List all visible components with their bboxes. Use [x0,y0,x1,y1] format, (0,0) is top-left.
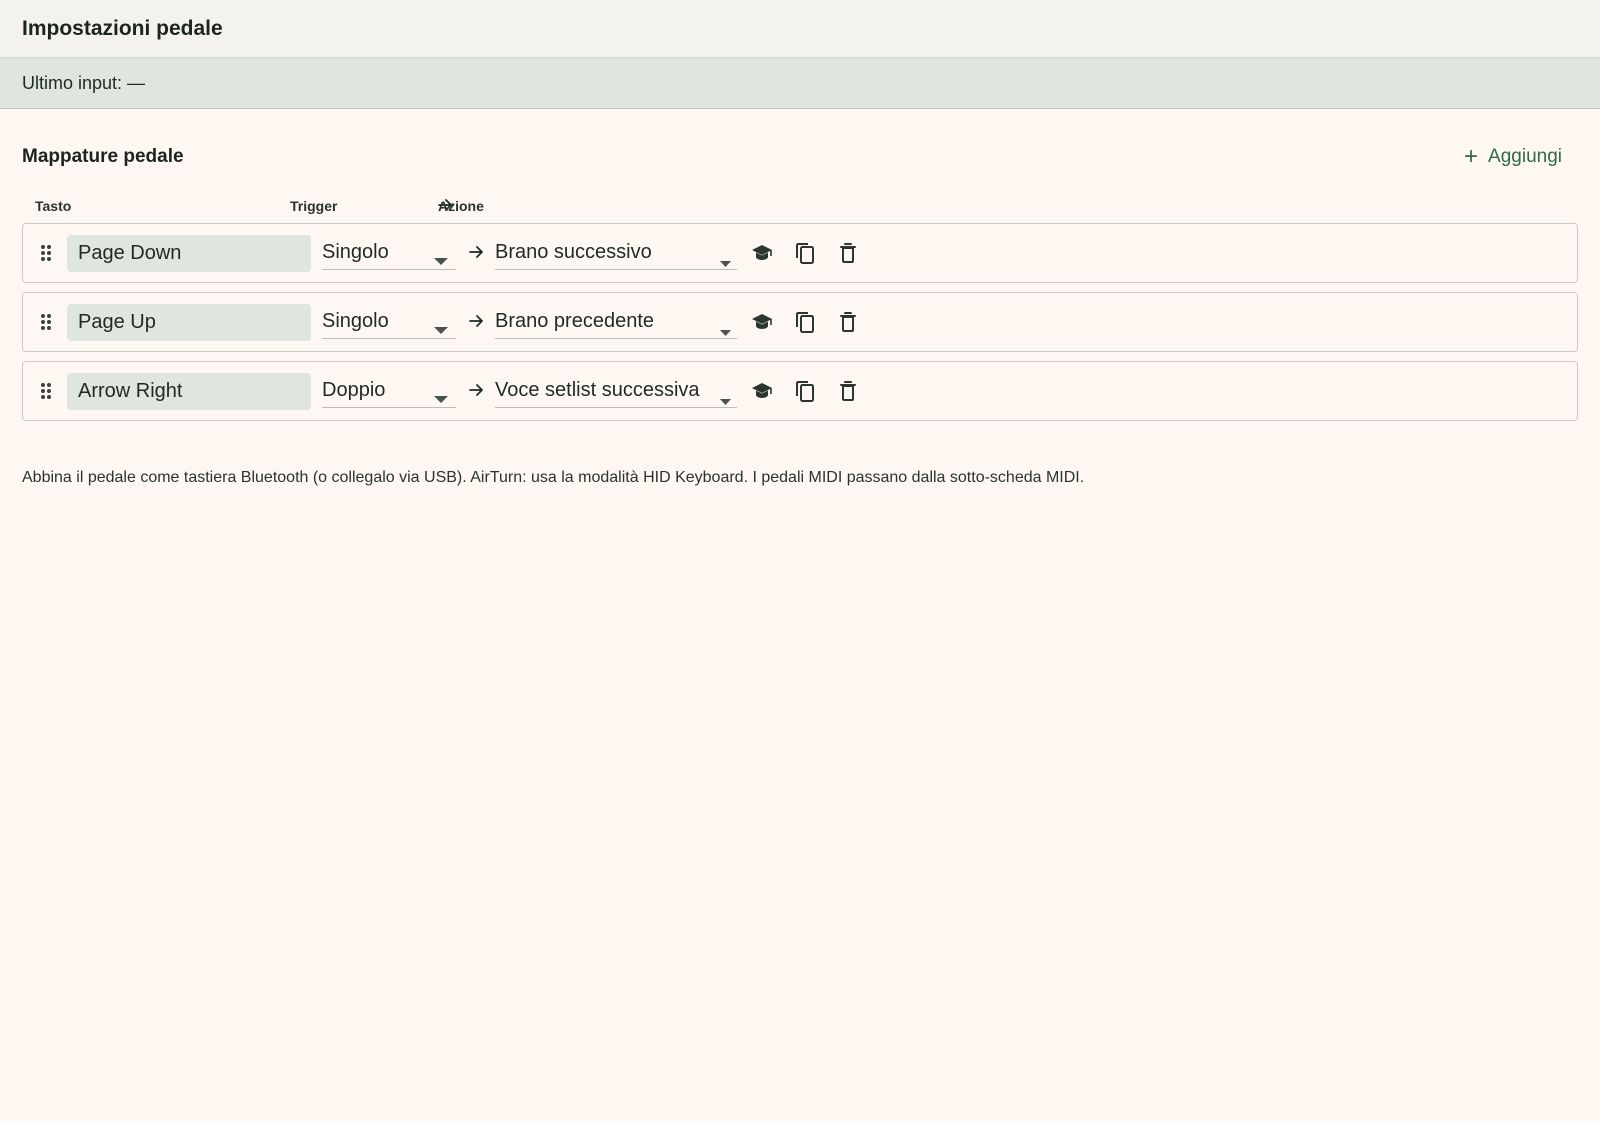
mapping-row: Arrow Right Doppio Voce setlist successi… [22,361,1578,421]
learn-school-icon[interactable] [750,241,774,265]
mappings-header: Mappature pedale + Aggiungi [22,140,1578,174]
key-value: Arrow Right [78,380,183,402]
action-select[interactable]: Voce setlist successiva [495,374,737,408]
last-input-value: — [127,72,146,93]
action-select[interactable]: Brano precedente [495,305,737,339]
last-input-label: Ultimo input: [22,72,123,93]
copy-icon[interactable] [793,310,817,334]
caret-down-icon [720,250,731,273]
plus-icon: + [1464,143,1479,170]
key-field[interactable]: Page Up [67,304,311,341]
trash-icon[interactable] [836,310,860,334]
trigger-value: Singolo [322,241,389,263]
caret-down-icon [434,249,448,272]
add-mapping-button[interactable]: + Aggiungi [1448,141,1578,173]
mappings-list: Page Down Singolo Brano successivo Page … [22,223,1578,430]
caret-down-icon [434,318,448,341]
arrow-right-icon [469,315,483,327]
mapping-row: Page Up Singolo Brano precedente [22,292,1578,352]
column-header-action: Azione [438,198,484,214]
column-header-action-label: Azione [438,198,484,214]
mapping-row: Page Down Singolo Brano successivo [22,223,1578,283]
arrow-right-icon [469,246,483,258]
caret-down-icon [720,388,731,411]
arrow-right-icon [469,384,483,396]
action-value: Voce setlist successiva [495,379,700,401]
mappings-title: Mappature pedale [22,146,184,167]
drag-handle-icon[interactable] [40,382,52,400]
drag-handle-icon[interactable] [40,313,52,331]
action-value: Brano successivo [495,241,652,263]
action-value: Brano precedente [495,310,655,332]
action-select[interactable]: Brano successivo [495,236,737,270]
caret-down-icon [720,319,731,342]
column-header-trigger: Trigger [290,198,338,214]
trigger-select[interactable]: Singolo [322,305,456,339]
last-input-bar: Ultimo input: — [0,58,1600,109]
key-field[interactable]: Arrow Right [67,373,311,410]
trigger-value: Singolo [322,310,389,332]
trash-icon[interactable] [836,241,860,265]
trigger-value: Doppio [322,379,386,401]
learn-school-icon[interactable] [750,379,774,403]
page-title: Impostazioni pedale [22,16,223,40]
key-value: Page Up [78,311,156,333]
caret-down-icon [434,387,448,410]
key-field[interactable]: Page Down [67,235,311,272]
trigger-select[interactable]: Doppio [322,374,456,408]
add-mapping-label: Aggiungi [1488,146,1562,167]
column-header-key: Tasto [35,198,72,214]
copy-icon[interactable] [793,241,817,265]
hint-text: Abbina il pedale come tastiera Bluetooth… [22,469,1085,486]
title-bar: Impostazioni pedale [0,0,1600,58]
key-value: Page Down [78,242,182,264]
copy-icon[interactable] [793,379,817,403]
drag-handle-icon[interactable] [40,244,52,262]
trigger-select[interactable]: Singolo [322,236,456,270]
trash-icon[interactable] [836,379,860,403]
learn-school-icon[interactable] [750,310,774,334]
column-headers: Tasto Trigger Azione [35,198,635,216]
